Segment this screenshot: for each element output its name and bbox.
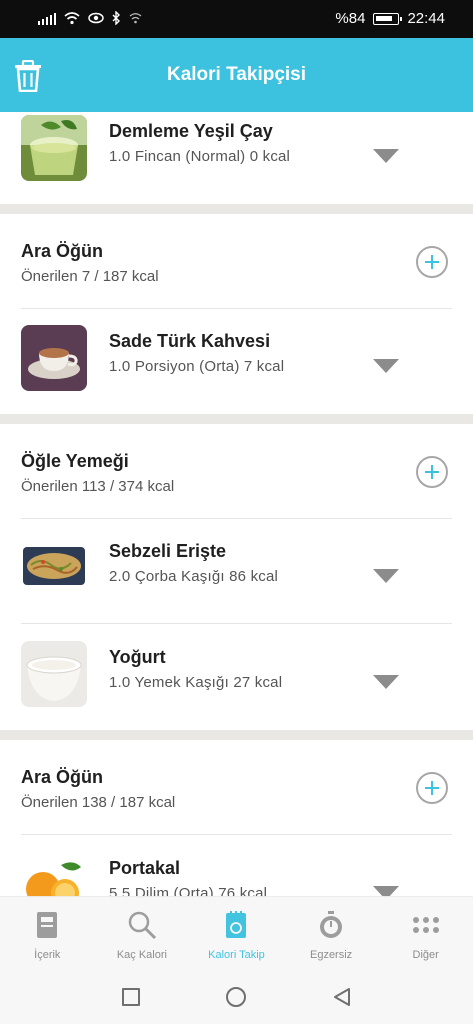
food-image-orange [21, 855, 87, 898]
divider [21, 308, 452, 309]
food-name: Yoğurt [109, 647, 166, 667]
nav-label: Diğer [412, 949, 439, 961]
section-separator [0, 730, 473, 740]
food-name: Sade Türk Kahvesi [109, 331, 271, 351]
meal-recommended: Önerilen 138 / 187 kcal [21, 794, 176, 811]
nav-label: Kalori Takip [208, 949, 265, 961]
nav-kalori-takip[interactable]: Kalori Takip [189, 897, 284, 973]
meal-recommended: Önerilen 7 / 187 kcal [21, 268, 159, 285]
status-bar: %84 22:44 [0, 0, 473, 38]
eye-icon [88, 12, 104, 24]
add-food-button[interactable] [416, 772, 448, 804]
meal-list[interactable]: Demleme Yeşil Çay 1.0 Fincan (Normal) 0 … [0, 112, 473, 898]
wifi-small-icon [129, 12, 142, 23]
chevron-down-icon[interactable] [373, 569, 399, 583]
food-item[interactable]: Yoğurt 1.0 Yemek Kaşığı 27 kcal [0, 641, 473, 737]
tracker-icon [226, 911, 247, 938]
bluetooth-icon [112, 11, 120, 25]
section-separator [0, 414, 473, 424]
divider [21, 834, 452, 835]
food-image-turkish-coffee [21, 325, 87, 391]
food-item[interactable]: Sade Türk Kahvesi 1.0 Porsiyon (Orta) 7 … [0, 325, 473, 421]
food-image-noodles [21, 535, 87, 601]
recents-button[interactable] [122, 988, 140, 1006]
system-navigation [0, 972, 473, 1024]
battery-percent: %84 [335, 10, 366, 27]
food-name: Demleme Yeşil Çay [109, 121, 273, 141]
stopwatch-icon [320, 911, 343, 938]
chevron-down-icon[interactable] [373, 359, 399, 373]
wifi-icon [64, 11, 80, 24]
battery-icon [373, 12, 403, 25]
clock: 22:44 [407, 10, 445, 27]
search-icon [128, 911, 156, 940]
meal-recommended: Önerilen 113 / 374 kcal [21, 478, 175, 495]
nav-icerik[interactable]: İçerik [0, 897, 95, 973]
bottom-navigation: İçerik Kaç Kalori Kalori Takip Egzersiz [0, 896, 473, 973]
food-image-yogurt [21, 641, 87, 707]
meal-title: Ara Öğün [21, 767, 104, 787]
meal-title: Ara Öğün [21, 241, 104, 261]
food-name: Sebzeli Erişte [109, 541, 227, 561]
food-detail: 2.0 Çorba Kaşığı 86 kcal [109, 568, 279, 585]
section-separator [0, 204, 473, 214]
add-food-button[interactable] [416, 246, 448, 278]
nav-label: Kaç Kalori [116, 949, 167, 961]
chevron-down-icon[interactable] [373, 675, 399, 689]
nav-kac-kalori[interactable]: Kaç Kalori [95, 897, 190, 973]
food-item[interactable]: Demleme Yeşil Çay 1.0 Fincan (Normal) 0 … [0, 112, 473, 208]
food-detail: 1.0 Fincan (Normal) 0 kcal [109, 148, 291, 165]
food-item[interactable]: Sebzeli Erişte 2.0 Çorba Kaşığı 86 kcal [0, 535, 473, 631]
meal-title: Öğle Yemeği [21, 451, 129, 471]
nav-diger[interactable]: Diğer [378, 897, 473, 973]
food-item[interactable]: Portakal 5.5 Dilim (Orta) 76 kcal [0, 855, 473, 898]
book-icon [37, 912, 58, 938]
food-detail: 1.0 Yemek Kaşığı 27 kcal [109, 674, 283, 691]
food-image-green-tea [21, 115, 87, 181]
home-button[interactable] [226, 987, 246, 1007]
food-name: Portakal [109, 858, 181, 878]
divider [21, 518, 452, 519]
back-button[interactable] [332, 987, 352, 1007]
nav-label: İçerik [34, 949, 61, 961]
page-title: Kalori Takipçisi [166, 64, 307, 85]
more-dots-icon [412, 917, 439, 933]
chevron-down-icon[interactable] [373, 149, 399, 163]
add-food-button[interactable] [416, 456, 448, 488]
trash-icon[interactable] [14, 60, 42, 92]
nav-egzersiz[interactable]: Egzersiz [284, 897, 379, 973]
app-header: Kalori Takipçisi [0, 38, 473, 112]
food-detail: 1.0 Porsiyon (Orta) 7 kcal [109, 358, 285, 375]
nav-label: Egzersiz [309, 949, 353, 961]
divider [21, 623, 452, 624]
signal-icon [38, 12, 56, 25]
